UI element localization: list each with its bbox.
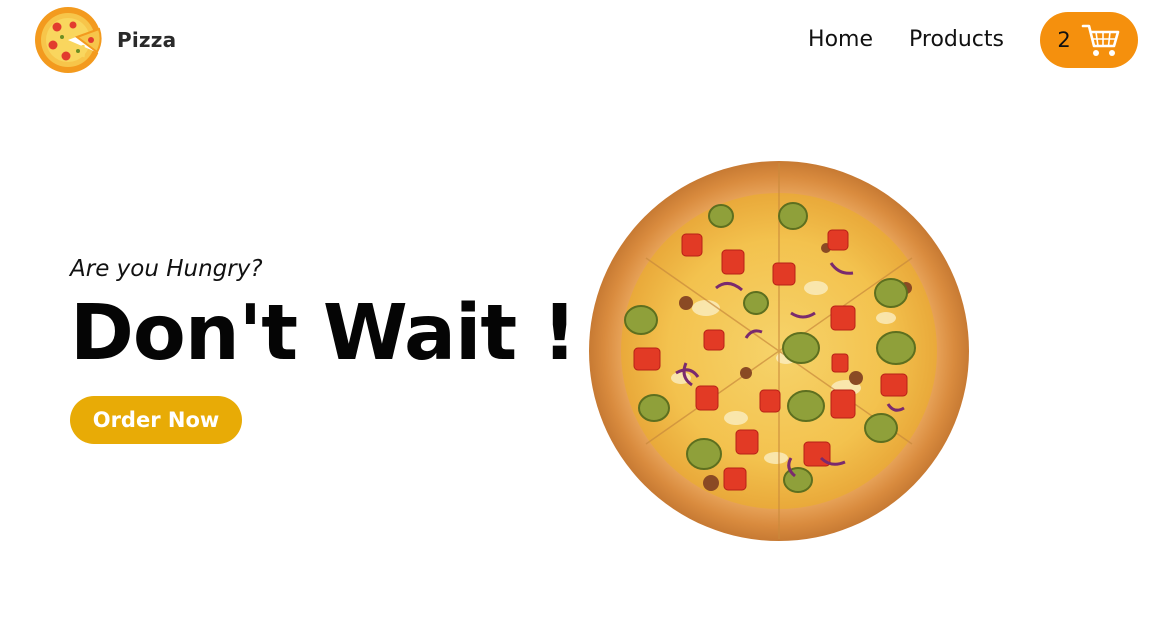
main-nav: Home Products 2 — [808, 12, 1138, 68]
order-now-button[interactable]: Order Now — [70, 396, 242, 444]
hero-tagline: Are you Hungry? — [70, 256, 263, 282]
brand-name: Pizza — [117, 28, 177, 52]
cart-button[interactable]: 2 — [1040, 12, 1138, 68]
hero-headline: Don't Wait ! — [70, 289, 577, 378]
cart-count: 2 — [1057, 28, 1071, 52]
brand-link[interactable]: Pizza — [33, 5, 176, 75]
page: Pizza Home Products 2 Are you Hungry? Do — [0, 0, 1152, 619]
nav-products-link[interactable]: Products — [909, 12, 1004, 68]
site-header: Pizza Home Products 2 — [0, 0, 1152, 84]
shopping-cart-icon — [1081, 24, 1119, 56]
pizza-logo-icon — [35, 7, 103, 73]
hero-section: Are you Hungry? Don't Wait ! Order Now — [70, 252, 577, 444]
nav-home-link[interactable]: Home — [808, 12, 873, 68]
pizza-image — [589, 161, 969, 541]
